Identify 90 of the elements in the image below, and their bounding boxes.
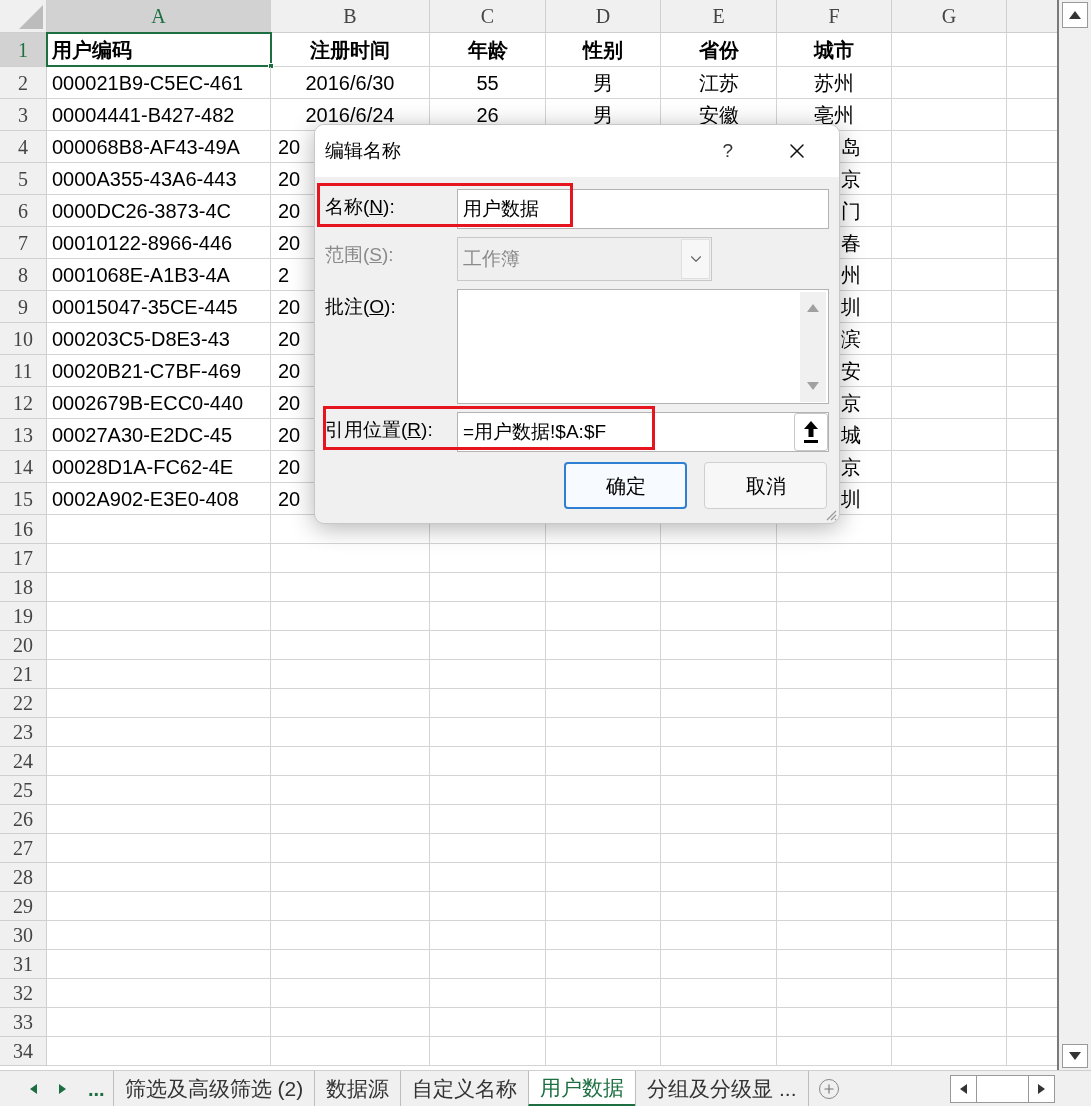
column-header[interactable]: G [892,0,1007,33]
horizontal-scrollbar[interactable] [950,1074,1055,1103]
row-header[interactable]: 13 [0,419,47,451]
table-cell: 0002A902-E3E0-408 [47,483,271,515]
collapse-dialog-button[interactable] [794,413,828,451]
left-triangle-icon [960,1083,967,1094]
row-header[interactable]: 6 [0,195,47,227]
row-header[interactable]: 28 [0,863,47,892]
row-header[interactable]: 14 [0,451,47,483]
right-triangle-icon [1038,1083,1045,1094]
row-header[interactable]: 10 [0,323,47,355]
upload-arrow-icon [803,421,819,443]
row-header[interactable]: 34 [0,1037,47,1066]
vertical-scrollbar[interactable] [1057,0,1091,1070]
row-header[interactable]: 17 [0,544,47,573]
row-header[interactable]: 29 [0,892,47,921]
column-header[interactable]: E [661,0,777,33]
table-cell: 00004441-B427-482 [47,99,271,131]
dialog-title: 编辑名称 [325,138,401,163]
scroll-up-icon[interactable] [1069,11,1081,19]
row-header[interactable]: 18 [0,573,47,602]
plus-icon [821,1081,836,1096]
row-header[interactable]: 31 [0,950,47,979]
column-header[interactable]: D [546,0,661,33]
table-cell: 年龄 [430,33,546,67]
row-header[interactable]: 22 [0,689,47,718]
row-header[interactable]: 1 [0,33,47,67]
next-sheet-icon[interactable] [59,1083,66,1094]
field-label: 批注(O): [325,296,396,317]
help-button[interactable]: ? [722,136,733,166]
column-header[interactable]: B [271,0,430,33]
row-header[interactable]: 32 [0,979,47,1008]
row-header[interactable]: 3 [0,99,47,131]
row-header[interactable]: 21 [0,660,47,689]
row-header[interactable]: 26 [0,805,47,834]
row-header[interactable]: 4 [0,131,47,163]
row-header[interactable]: 33 [0,1008,47,1037]
table-cell: 00020B21-C7BF-469 [47,355,271,387]
table-cell: 苏州 [777,67,892,99]
table-cell: 性别 [546,33,661,67]
sheet-tab[interactable]: 用户数据 [528,1071,636,1106]
row-header[interactable]: 11 [0,355,47,387]
column-header[interactable]: C [430,0,546,33]
row-header[interactable]: 12 [0,387,47,419]
row-header[interactable]: 19 [0,602,47,631]
row-header[interactable]: 15 [0,483,47,515]
table-cell: 城市 [777,33,892,67]
table-cell: 000021B9-C5EC-461 [47,67,271,99]
dialog-button[interactable]: 取消 [704,462,827,509]
previous-sheet-icon[interactable] [30,1083,37,1094]
table-cell: 00027A30-E2DC-45 [47,419,271,451]
field-label: 引用位置(R): [325,419,433,440]
scroll-down-icon[interactable] [1069,1052,1081,1060]
table-cell: 注册时间 [271,33,430,67]
name-input[interactable]: 用户数据 [457,189,829,229]
column-header[interactable]: F [777,0,892,33]
table-cell: 0002679B-ECC0-440 [47,387,271,419]
table-cell: 00015047-35CE-445 [47,291,271,323]
table-cell: 0000A355-43A6-443 [47,163,271,195]
row-header[interactable]: 7 [0,227,47,259]
column-header[interactable]: A [47,0,271,33]
table-cell: 00028D1A-FC62-4E [47,451,271,483]
table-cell: 男 [546,67,661,99]
row-header[interactable]: 25 [0,776,47,805]
table-cell: 000068B8-AF43-49A [47,131,271,163]
sheet-tab[interactable]: 筛选及高级筛选 (2) [112,1071,315,1106]
row-header[interactable]: 5 [0,163,47,195]
row-header[interactable]: 20 [0,631,47,660]
reference-input[interactable]: =用户数据!$A:$F [457,412,829,452]
table-cell: 省份 [661,33,777,67]
table-cell: 江苏 [661,67,777,99]
table-cell: 2016/6/30 [271,67,430,99]
table-cell: 000203C5-D8E3-43 [47,323,271,355]
more-sheets-link[interactable]: ... [88,1078,105,1099]
row-header[interactable]: 16 [0,515,47,544]
row-header[interactable]: 8 [0,259,47,291]
row-header[interactable]: 27 [0,834,47,863]
table-cell: 0001068E-A1B3-4A [47,259,271,291]
row-header[interactable]: 23 [0,718,47,747]
row-header[interactable]: 24 [0,747,47,776]
row-header[interactable]: 30 [0,921,47,950]
sheet-tab[interactable]: 数据源 [314,1071,401,1106]
row-header[interactable]: 9 [0,291,47,323]
dialog-button[interactable]: 确定 [564,462,687,509]
row-header[interactable]: 2 [0,67,47,99]
table-cell: 0000DC26-3873-4C [47,195,271,227]
sheet-tab[interactable]: 分组及分级显 ... [635,1071,808,1106]
table-cell: 00010122-8966-446 [47,227,271,259]
field-label: 名称(N): [325,196,395,217]
table-cell: 55 [430,67,546,99]
